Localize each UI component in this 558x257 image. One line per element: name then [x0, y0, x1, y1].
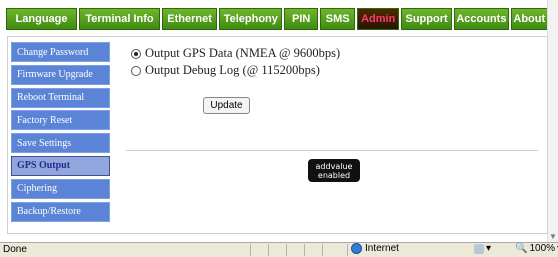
zoom-control[interactable]: 🔍 100% ▾ — [515, 243, 558, 254]
logo-line2: enabled — [317, 170, 351, 180]
zone-label: Internet — [365, 243, 399, 254]
chevron-down-icon[interactable]: ▾ — [486, 243, 491, 254]
top-navigation: Language Terminal Info Ethernet Telephon… — [0, 8, 549, 32]
internet-globe-icon — [351, 243, 362, 254]
option-debug-log[interactable]: Output Debug Log (@ 115200bps) — [131, 62, 340, 79]
scroll-down-arrow-icon[interactable]: ▼ — [549, 232, 557, 242]
security-zone: Internet — [351, 243, 399, 254]
tab-telephony[interactable]: Telephony — [219, 8, 283, 30]
status-divider — [322, 244, 323, 256]
zoom-level: 100% — [529, 243, 556, 254]
sidebar-item-backup-restore[interactable]: Backup/Restore — [11, 201, 110, 222]
vertical-scrollbar[interactable]: ▼ — [547, 0, 558, 248]
sidebar-item-change-password[interactable]: Change Password — [11, 42, 110, 62]
status-divider — [250, 244, 251, 256]
status-divider — [347, 244, 348, 256]
update-button[interactable]: Update — [203, 97, 250, 114]
zoom-magnifier-icon: 🔍 — [515, 243, 528, 254]
gps-output-options: Output GPS Data (NMEA @ 9600bps) Output … — [131, 45, 340, 79]
addvalue-logo: addvalue enabled — [308, 159, 360, 182]
option-debug-log-label: Output Debug Log (@ 115200bps) — [145, 63, 320, 77]
radio-debug-log[interactable] — [131, 65, 141, 76]
logo-line1: addvalue — [315, 161, 353, 171]
sidebar-item-factory-reset[interactable]: Factory Reset — [11, 110, 110, 131]
admin-sidebar: Change Password Firmware Upgrade Reboot … — [11, 42, 111, 224]
tab-language[interactable]: Language — [6, 8, 78, 30]
sidebar-item-gps-output[interactable]: GPS Output — [11, 155, 110, 176]
content-frame: Change Password Firmware Upgrade Reboot … — [7, 36, 548, 234]
status-bar: Done Internet ▾ 🔍 100% ▾ — [0, 242, 558, 257]
tab-pin[interactable]: PIN — [284, 8, 318, 30]
status-divider — [304, 244, 305, 256]
sidebar-item-reboot-terminal[interactable]: Reboot Terminal — [11, 87, 110, 108]
divider — [126, 150, 538, 151]
status-text: Done — [3, 244, 27, 255]
option-gps-data[interactable]: Output GPS Data (NMEA @ 9600bps) — [131, 45, 340, 62]
tab-sms[interactable]: SMS — [319, 8, 356, 30]
tab-about[interactable]: About — [510, 8, 549, 30]
status-divider — [286, 244, 287, 256]
popup-blocker-icon[interactable] — [474, 243, 484, 254]
sidebar-item-ciphering[interactable]: Ciphering — [11, 178, 110, 199]
tab-terminal-info[interactable]: Terminal Info — [79, 8, 160, 30]
tab-ethernet[interactable]: Ethernet — [161, 8, 218, 30]
radio-gps-data[interactable] — [131, 48, 141, 59]
status-divider — [268, 244, 269, 256]
option-gps-data-label: Output GPS Data (NMEA @ 9600bps) — [145, 46, 341, 60]
status-tools[interactable]: ▾ — [474, 243, 491, 254]
tab-admin[interactable]: Admin — [357, 8, 399, 30]
sidebar-item-firmware-upgrade[interactable]: Firmware Upgrade — [11, 64, 110, 85]
tab-accounts[interactable]: Accounts — [454, 8, 509, 30]
sidebar-item-save-settings[interactable]: Save Settings — [11, 133, 110, 154]
tab-support[interactable]: Support — [400, 8, 453, 30]
